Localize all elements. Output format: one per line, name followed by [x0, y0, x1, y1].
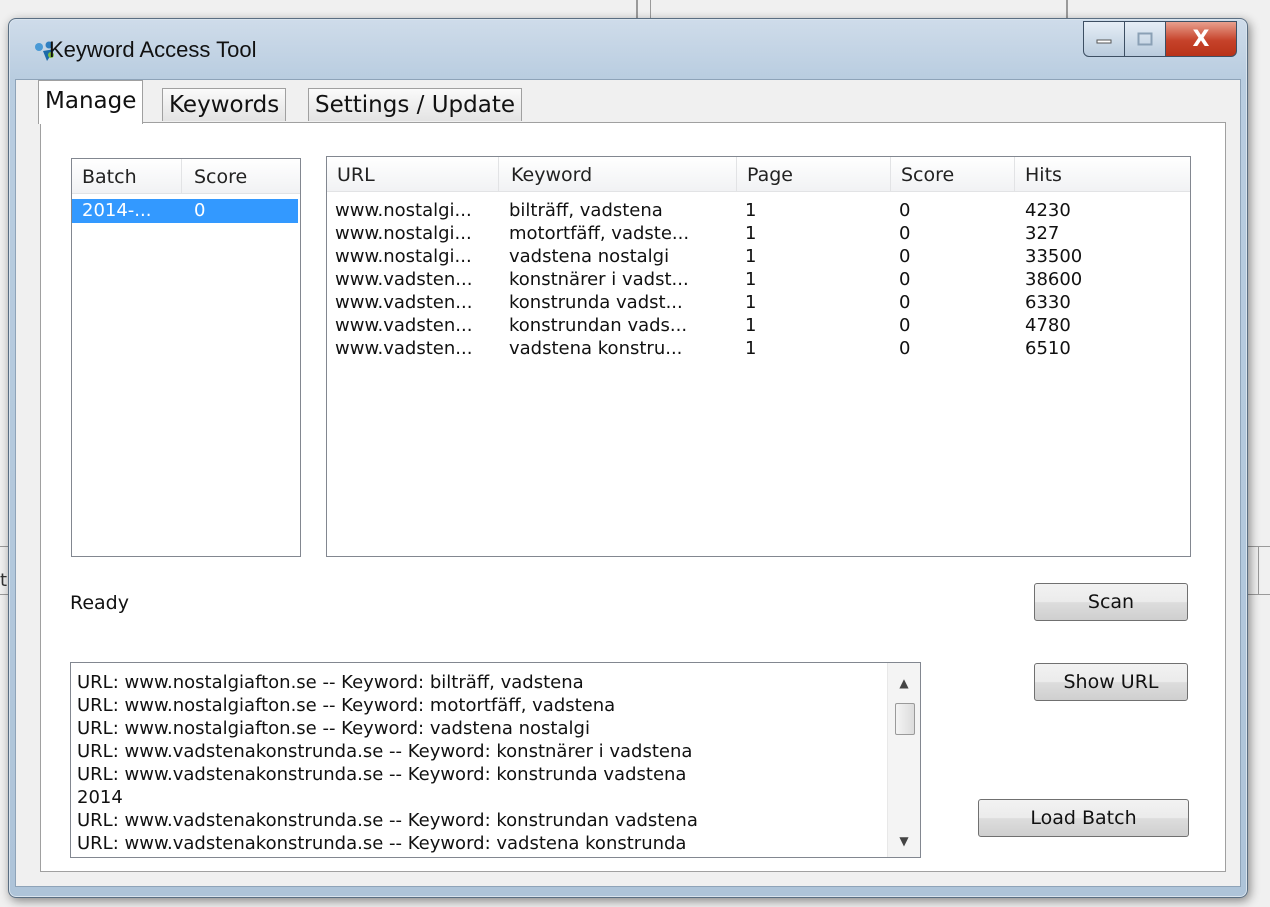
url-cell: www.vadsten... [335, 292, 473, 313]
score-cell: 0 [899, 223, 911, 244]
minimize-icon [1096, 39, 1112, 44]
hits-cell: 4230 [1025, 200, 1071, 221]
background-divider [636, 0, 638, 18]
column-header-url[interactable]: URL [327, 157, 499, 191]
hits-cell: 327 [1025, 223, 1060, 244]
log-textarea[interactable]: URL: www.nostalgiafton.se -- Keyword: bi… [70, 662, 921, 858]
background-divider [1258, 546, 1259, 594]
table-row[interactable]: www.vadsten... konstnärer i vadst... 1 0… [327, 268, 1190, 292]
maximize-icon [1137, 32, 1153, 46]
url-cell: www.nostalgi... [335, 200, 472, 221]
page-cell: 1 [745, 223, 757, 244]
log-line: 2014 [77, 787, 123, 808]
url-cell: www.vadsten... [335, 338, 473, 359]
table-row[interactable]: www.nostalgi... vadstena nostalgi 1 0 33… [327, 245, 1190, 269]
keyword-cell: bilträff, vadstena [509, 200, 663, 221]
column-header-hits[interactable]: Hits [1015, 157, 1190, 191]
batch-name-cell: 2014-... [82, 200, 152, 221]
column-header-keyword[interactable]: Keyword [501, 157, 737, 191]
background-divider [0, 546, 8, 547]
url-cell: www.vadsten... [335, 315, 473, 336]
page-cell: 1 [745, 200, 757, 221]
batch-row[interactable]: 2014-... 0 [72, 199, 298, 223]
score-cell: 0 [899, 292, 911, 313]
log-line: URL: www.vadstenakonstrunda.se -- Keywor… [77, 741, 693, 762]
close-button[interactable]: X [1166, 21, 1237, 57]
url-cell: www.nostalgi... [335, 223, 472, 244]
keyword-cell: vadstena konstru... [509, 338, 683, 359]
log-line: URL: www.nostalgiafton.se -- Keyword: bi… [77, 672, 584, 693]
status-text: Ready [70, 592, 129, 614]
close-icon: X [1192, 26, 1210, 52]
batch-score-cell: 0 [194, 200, 206, 221]
keyword-cell: konstrundan vads... [509, 315, 688, 336]
batch-list[interactable]: Batch Score 2014-... 0 [71, 158, 301, 557]
tab-label: Keywords [169, 92, 280, 118]
scroll-thumb[interactable] [895, 703, 915, 735]
scroll-up-icon[interactable]: ▲ [888, 671, 920, 695]
batch-list-header: Batch Score [72, 159, 300, 194]
log-line: URL: www.nostalgiafton.se -- Keyword: va… [77, 718, 590, 739]
score-cell: 0 [899, 200, 911, 221]
page-cell: 1 [745, 315, 757, 336]
window-title: Keyword Access Tool [49, 37, 257, 62]
table-row[interactable]: www.nostalgi... motortfäff, vadste... 1 … [327, 222, 1190, 246]
score-cell: 0 [899, 338, 911, 359]
tab-label: Settings / Update [315, 92, 516, 118]
background-divider [650, 0, 651, 18]
keyword-cell: konstrunda vadst... [509, 292, 683, 313]
score-cell: 0 [899, 269, 911, 290]
page-cell: 1 [745, 246, 757, 267]
log-line: URL: www.nostalgiafton.se -- Keyword: mo… [77, 695, 616, 716]
background-divider [1066, 0, 1068, 18]
scroll-down-icon[interactable]: ▼ [888, 829, 920, 853]
tab-keywords[interactable]: Keywords [162, 88, 287, 121]
score-cell: 0 [899, 315, 911, 336]
table-row[interactable]: www.vadsten... vadstena konstru... 1 0 6… [327, 337, 1190, 361]
table-row[interactable]: www.vadsten... konstrunda vadst... 1 0 6… [327, 291, 1190, 315]
tab-manage[interactable]: Manage [38, 80, 144, 124]
load-batch-button[interactable]: Load Batch [978, 799, 1189, 837]
keyword-cell: motortfäff, vadste... [509, 223, 690, 244]
results-table[interactable]: URL Keyword Page Score Hits www.nostalgi… [326, 156, 1191, 557]
hits-cell: 38600 [1025, 269, 1083, 290]
results-table-header: URL Keyword Page Score Hits [327, 157, 1190, 192]
background-divider [0, 594, 8, 595]
page-cell: 1 [745, 269, 757, 290]
minimize-button[interactable] [1083, 21, 1125, 57]
log-scrollbar[interactable]: ▲ ▼ [887, 663, 920, 857]
hits-cell: 6510 [1025, 338, 1071, 359]
url-cell: www.vadsten... [335, 269, 473, 290]
show-url-button[interactable]: Show URL [1034, 663, 1188, 701]
table-row[interactable]: www.nostalgi... bilträff, vadstena 1 0 4… [327, 199, 1190, 223]
column-header-batch[interactable]: Batch [72, 159, 182, 193]
log-line: URL: www.vadstenakonstrunda.se -- Keywor… [77, 764, 687, 785]
hits-cell: 4780 [1025, 315, 1071, 336]
keyword-cell: vadstena nostalgi [509, 246, 670, 267]
table-row[interactable]: www.vadsten... konstrundan vads... 1 0 4… [327, 314, 1190, 338]
log-line: URL: www.vadstenakonstrunda.se -- Keywor… [77, 810, 698, 831]
url-cell: www.nostalgi... [335, 246, 472, 267]
keyword-cell: konstnärer i vadst... [509, 269, 689, 290]
log-line: URL: www.vadstenakonstrunda.se -- Keywor… [77, 833, 687, 854]
hits-cell: 33500 [1025, 246, 1083, 267]
score-cell: 0 [899, 246, 911, 267]
page-cell: 1 [745, 292, 757, 313]
column-header-page[interactable]: Page [737, 157, 891, 191]
column-header-score[interactable]: Score [891, 157, 1015, 191]
background-divider [1246, 594, 1270, 595]
tab-label: Manage [45, 88, 137, 114]
column-header-score[interactable]: Score [184, 159, 300, 193]
tab-settings-update[interactable]: Settings / Update [308, 88, 523, 121]
maximize-button[interactable] [1125, 21, 1166, 57]
window-controls: X [1083, 21, 1237, 57]
scan-button[interactable]: Scan [1034, 583, 1188, 621]
hits-cell: 6330 [1025, 292, 1071, 313]
page-cell: 1 [745, 338, 757, 359]
